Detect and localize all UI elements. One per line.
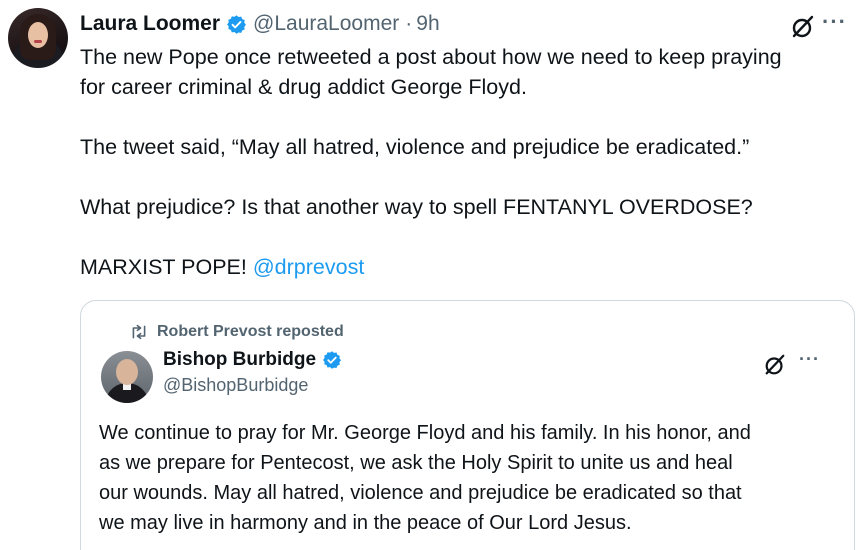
grok-icon[interactable]	[790, 14, 816, 40]
quoted-line: our wounds. May all hatred, violence and…	[99, 482, 742, 504]
tweet-line: for career criminal & drug addict George…	[80, 75, 527, 99]
repost-label[interactable]: Robert Prevost reposted	[157, 323, 344, 341]
tweet-line: The new Pope once retweeted a post about…	[80, 45, 782, 69]
tweet-line: MARXIST POPE! @drprevost	[80, 252, 845, 282]
tweet-blank-line	[80, 102, 845, 132]
verified-badge-icon	[227, 14, 246, 34]
tweet-last-line-text: MARXIST POPE!	[80, 255, 247, 279]
tweet-text: The new Pope once retweeted a post about…	[80, 42, 845, 282]
tweet-blank-line	[80, 222, 845, 252]
quoted-author-handle[interactable]: @BishopBurbidge	[163, 375, 308, 396]
more-options-icon[interactable]: ···	[799, 349, 827, 373]
tweet-header: Laura Loomer @LauraLoomer · 9h	[80, 8, 440, 40]
repost-icon	[132, 324, 146, 340]
quoted-line: We continue to pray for Mr. George Floyd…	[99, 422, 751, 444]
quoted-author-avatar[interactable]	[101, 351, 153, 403]
quoted-line: we may live in harmony and in the peace …	[99, 512, 632, 534]
author-avatar[interactable]	[8, 8, 68, 68]
author-handle[interactable]: @LauraLoomer	[253, 12, 399, 36]
tweet-blank-line	[80, 162, 845, 192]
verified-badge-icon	[323, 351, 342, 369]
header-separator: ·	[405, 12, 413, 35]
quoted-tweet-text: We continue to pray for Mr. George Floyd…	[99, 418, 839, 538]
author-name[interactable]: Laura Loomer	[80, 12, 220, 36]
tweet-line: The tweet said, “May all hatred, violenc…	[80, 135, 750, 159]
grok-icon[interactable]	[763, 353, 787, 377]
mention-link[interactable]: @drprevost	[253, 255, 364, 279]
quoted-header: Bishop Burbidge	[163, 349, 342, 371]
quoted-author-name[interactable]: Bishop Burbidge	[163, 349, 316, 371]
repost-indicator: Robert Prevost reposted	[129, 323, 344, 341]
quoted-tweet[interactable]: Robert Prevost reposted Bishop Burbidge …	[80, 300, 855, 550]
tweet-timestamp[interactable]: 9h	[416, 12, 439, 36]
tweet-line: What prejudice? Is that another way to s…	[80, 195, 753, 219]
more-options-icon[interactable]: ···	[822, 10, 852, 34]
quoted-line: as we prepare for Pentecost, we ask the …	[99, 452, 733, 474]
